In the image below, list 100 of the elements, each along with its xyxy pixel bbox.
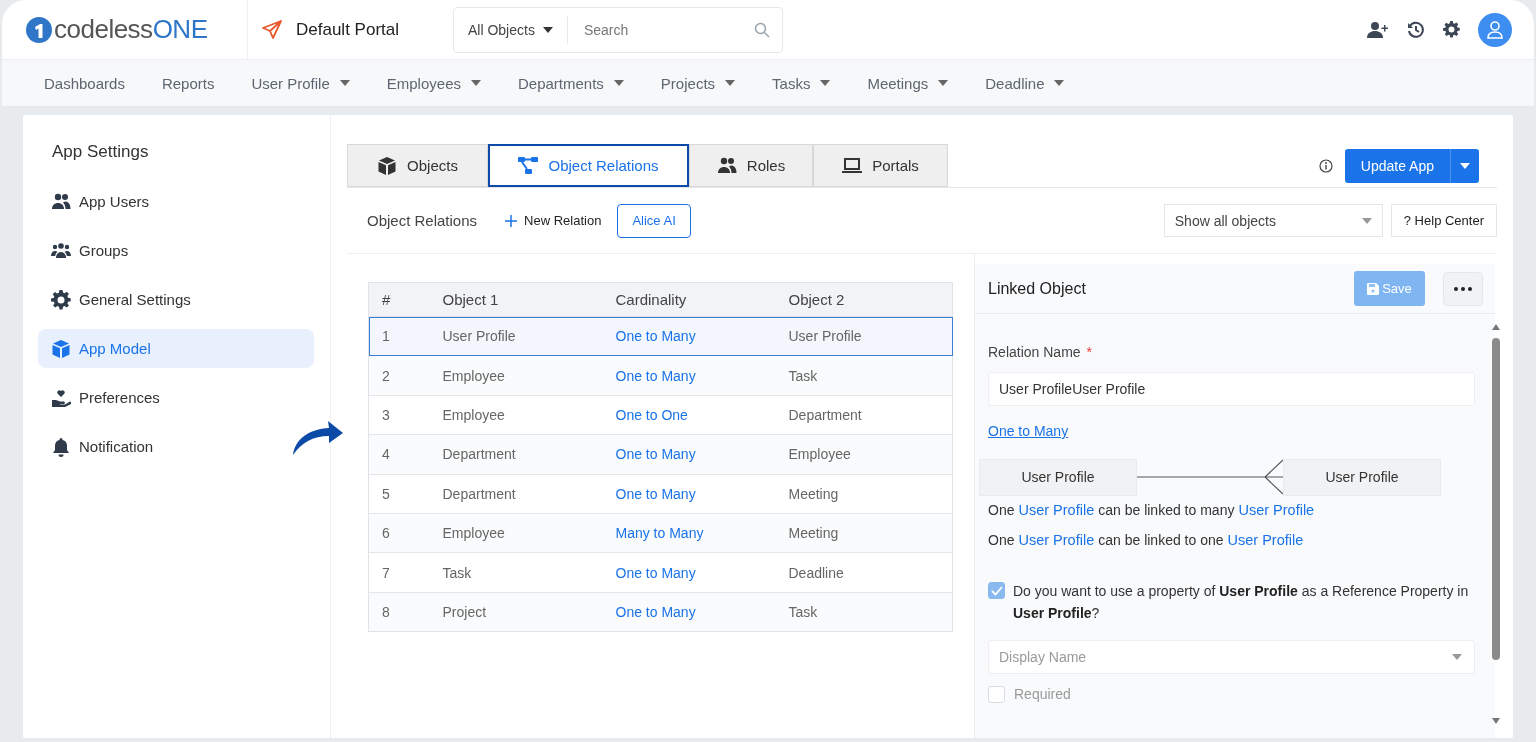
table-cell: Task [442,564,472,581]
table-cell: Employee [442,406,505,423]
filter-dropdown[interactable]: Show all objects [1163,204,1383,237]
nav-menu-item[interactable]: Reports [161,74,215,92]
more-icon[interactable] [1443,271,1483,306]
cardinality-link[interactable]: Many to Many [615,525,704,542]
sidebar-title: App Settings [52,142,150,162]
cardinality-link[interactable]: One to Many [988,423,1069,439]
plus-icon [505,214,518,227]
cube-icon [51,338,71,359]
table-row[interactable]: 1 User Profile One to Many User Profile [368,316,953,356]
sidebar-item[interactable]: General Settings [38,280,314,319]
object-link[interactable]: User Profile [1018,502,1095,518]
table-cell: 8 [382,603,390,620]
table-row[interactable]: 2 Employee One to Many Task [368,355,953,396]
sidebar-item[interactable]: Preferences [38,378,314,417]
new-relation-button[interactable]: New Relation [505,213,602,228]
paper-plane-icon [262,19,282,40]
table-cell: 2 [382,367,390,384]
gear-icon [51,289,71,310]
checkbox[interactable] [988,582,1005,599]
table-cell: Task [788,603,818,620]
info-icon[interactable] [1318,159,1333,173]
table-cell: User Profile [788,328,862,345]
search-icon [754,21,770,38]
table-cell: Meeting [788,525,839,542]
users-icon [51,191,71,212]
nav-menu-item[interactable]: Projects [660,74,736,92]
sentence-text: One [988,532,1015,548]
table-row[interactable]: 8 Project One to Many Task [368,592,953,632]
sidebar-item[interactable]: Notification [38,427,314,466]
table-row[interactable]: 4 Department One to Many Employee [368,434,953,475]
required-mark: * [1086,344,1093,360]
cardinality-link[interactable]: One to One [615,406,688,423]
logo-text: codelessONE [54,14,208,45]
table-row[interactable]: 5 Department One to Many Meeting [368,474,953,514]
entity-node: User Profile [1283,458,1441,496]
table-row[interactable]: 3 Employee One to One Department [368,395,953,435]
column-header: Object 1 [441,282,615,317]
table-cell: Employee [442,525,505,542]
table-cell: Department [442,446,516,463]
nav-menu-item[interactable]: Tasks [772,74,831,92]
tab[interactable]: Portals [813,144,948,187]
column-header: # [368,282,442,317]
scope-dropdown[interactable]: All Objects [454,15,568,44]
logo-mark-icon [26,16,52,43]
nav-menu-item[interactable]: Meetings [867,74,949,92]
caret-icon [613,80,624,86]
alice-ai-button[interactable]: Alice AI [617,203,691,238]
cardinality-link[interactable]: One to Many [615,485,696,502]
sidebar-item[interactable]: App Users [38,182,314,221]
caret-icon [820,80,831,86]
sentence-text: can be linked to one [1098,532,1224,548]
sidebar-item[interactable]: Groups [38,231,314,270]
checkbox[interactable] [988,686,1005,703]
settings-icon[interactable] [1443,21,1460,38]
sidebar-item[interactable]: App Model [38,329,314,368]
update-app-button[interactable]: Update App [1344,149,1479,183]
caret-icon [938,80,949,86]
caret-icon [1452,654,1462,660]
display-name-dropdown[interactable]: Display Name [988,640,1475,674]
add-user-icon[interactable] [1367,20,1389,39]
caret-icon [542,26,553,33]
tab[interactable]: Object Relations [488,144,689,187]
panel-title: Linked Object [988,279,1086,298]
table-cell: 4 [382,446,390,463]
history-icon[interactable] [1407,20,1425,39]
hand-heart-icon [51,387,71,408]
object-link[interactable]: User Profile [1238,502,1315,518]
help-center-button[interactable]: ? Help Center [1390,204,1497,237]
sentence-text: One [988,502,1015,518]
tab[interactable]: Roles [689,144,813,187]
cardinality-link[interactable]: One to Many [615,603,696,620]
cardinality-link[interactable]: One to Many [615,564,696,581]
table-cell: Department [788,406,862,423]
nav-menu-item[interactable]: Dashboards [44,74,125,92]
bell-icon [51,436,71,457]
cardinality-link[interactable]: One to Many [615,367,696,384]
laptop-icon [842,155,863,176]
table-cell: 7 [382,564,390,581]
column-header: Object 2 [787,282,953,317]
sentence-text: can be linked to many [1098,502,1235,518]
nav-menu-item[interactable]: User Profile [251,74,350,92]
table-row[interactable]: 6 Employee Many to Many Meeting [368,513,953,553]
nav-menu-item[interactable]: Employees [386,74,481,92]
entity-node: User Profile [979,458,1137,496]
object-link[interactable]: User Profile [1018,532,1095,548]
relation-name-field[interactable]: User ProfileUser Profile [988,372,1475,406]
section-title: Object Relations [367,212,478,229]
avatar-icon[interactable] [1478,12,1512,47]
table-row[interactable]: 7 Task One to Many Deadline [368,552,953,593]
tab[interactable]: Objects [347,144,488,187]
table-cell: 1 [382,328,390,345]
nav-menu-item[interactable]: Deadline [985,74,1065,92]
cardinality-link[interactable]: One to Many [615,328,696,345]
portal-name[interactable]: Default Portal [296,19,399,40]
nav-menu-item[interactable]: Departments [518,74,624,92]
checkbox-label: Required [1014,685,1071,702]
cardinality-link[interactable]: One to Many [615,446,696,463]
object-link[interactable]: User Profile [1227,532,1304,548]
